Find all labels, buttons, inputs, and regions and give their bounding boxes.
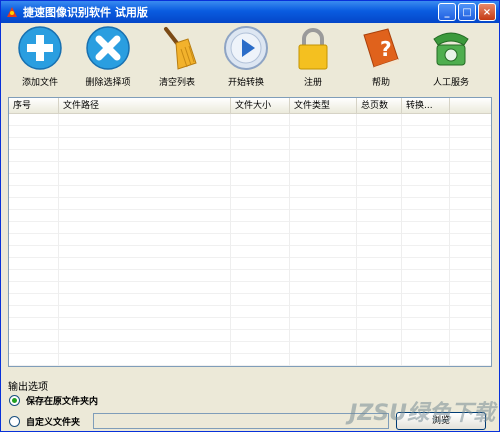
watermark: JZSU绿色下载	[349, 401, 495, 426]
lock-icon	[298, 28, 328, 70]
column-header-path[interactable]: 文件路径	[59, 98, 231, 114]
custom-folder-radio[interactable]	[9, 416, 20, 427]
column-divider	[356, 114, 357, 366]
broom-icon	[164, 27, 197, 70]
file-list[interactable]: 序号 文件路径 文件大小 文件类型 总页数 转换...	[8, 97, 492, 367]
column-divider	[58, 114, 59, 366]
help-label: 帮助	[371, 78, 390, 88]
delete-icon	[86, 26, 130, 70]
window-title: 捷速图像识别软件 试用版	[23, 6, 148, 19]
phone-icon	[433, 32, 469, 66]
column-header-type[interactable]: 文件类型	[290, 98, 357, 114]
custom-folder-label: 自定义文件夹	[26, 418, 81, 428]
column-divider	[230, 114, 231, 366]
minimize-button[interactable]: _	[438, 3, 456, 21]
svg-text:?: ?	[380, 37, 392, 61]
maximize-button[interactable]: □	[458, 3, 476, 21]
clear-list-label: 清空列表	[158, 78, 195, 88]
file-list-header: 序号 文件路径 文件大小 文件类型 总页数 转换...	[9, 98, 491, 114]
custom-folder-path-input[interactable]	[93, 413, 389, 429]
column-header-size[interactable]: 文件大小	[231, 98, 290, 114]
close-button[interactable]: ×	[478, 3, 496, 21]
save-original-folder-radio[interactable]	[9, 395, 20, 406]
column-divider	[401, 114, 402, 366]
manual-service-label: 人工服务	[432, 78, 469, 88]
add-file-button[interactable]: 添加文件	[7, 25, 73, 91]
column-divider	[449, 114, 450, 366]
delete-selection-button[interactable]: 删除选择项	[75, 25, 141, 91]
app-icon	[7, 7, 17, 17]
manual-service-button[interactable]: 人工服务	[418, 25, 484, 91]
help-book-icon: ?	[363, 28, 399, 70]
custom-folder-option[interactable]: 自定义文件夹	[9, 415, 80, 428]
column-header-pages[interactable]: 总页数	[357, 98, 402, 114]
start-convert-button[interactable]: 开始转换	[213, 25, 279, 91]
save-original-folder-label: 保存在原文件夹内	[26, 397, 99, 407]
plus-icon	[18, 26, 62, 70]
start-convert-label: 开始转换	[227, 78, 264, 88]
register-label: 注册	[303, 78, 322, 88]
play-icon	[224, 26, 268, 70]
save-original-folder-option[interactable]: 保存在原文件夹内	[9, 394, 98, 407]
add-file-label: 添加文件	[21, 78, 58, 88]
app-window: 捷速图像识别软件 试用版 _ □ × 添加文件 删除选择项 清空列表 开始转换 …	[0, 0, 500, 432]
clear-list-button[interactable]: 清空列表	[144, 25, 210, 91]
delete-selection-label: 删除选择项	[85, 78, 131, 88]
file-list-rows[interactable]	[9, 114, 491, 366]
title-bar[interactable]: 捷速图像识别软件 试用版 _ □ ×	[1, 1, 499, 23]
column-divider	[289, 114, 290, 366]
toolbar: 添加文件 删除选择项 清空列表 开始转换 注册 ? 帮助 人工服务	[1, 23, 499, 93]
column-header-index[interactable]: 序号	[9, 98, 59, 114]
output-options-label: 输出选项	[8, 382, 48, 393]
radio-selected-dot	[12, 398, 17, 403]
register-button[interactable]: 注册	[280, 25, 346, 91]
help-button[interactable]: ? 帮助	[348, 25, 414, 91]
column-header-convert[interactable]: 转换...	[402, 98, 450, 114]
